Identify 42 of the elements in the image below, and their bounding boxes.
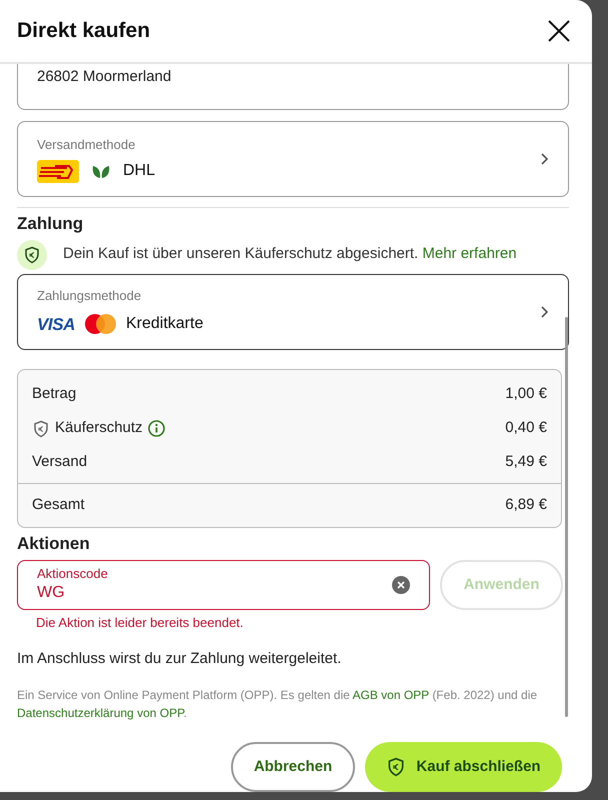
payment-label: Zahlungsmethode: [37, 287, 142, 305]
redirect-note: Im Anschluss wirst du zur Zahlung weitergeleitet.: [17, 648, 342, 668]
card-brand-logo: VISA: [37, 314, 75, 336]
summary-amount: 5,49 €: [505, 452, 547, 472]
shield-euro-icon: [23, 246, 41, 264]
summary-label: Betrag: [32, 384, 76, 404]
cancel-button[interactable]: Abbrechen: [231, 742, 355, 792]
leaf-icon: [91, 163, 111, 180]
payment-heading: Zahlung: [17, 213, 84, 235]
summary-amount: 0,40 €: [505, 418, 547, 438]
dialog-title: Direkt kaufen: [17, 18, 150, 44]
payment-method-selector[interactable]: Zahlungsmethode VISA Kreditkarte: [17, 274, 569, 350]
delivery-logo-icon: [37, 160, 79, 183]
close-icon: [547, 19, 571, 43]
shield-euro-icon: [386, 757, 406, 777]
chevron-right-icon: [540, 152, 549, 166]
clear-icon: [397, 581, 405, 589]
promo-code-field[interactable]: Aktionscode WG: [17, 560, 430, 610]
promo-code-value[interactable]: WG: [37, 582, 237, 604]
summary-label: Versand: [32, 452, 88, 472]
promotions-heading: Aktionen: [17, 532, 91, 554]
two-circles-logo-icon: [84, 314, 116, 334]
address-text: 26802 Moormerland: [37, 68, 172, 86]
info-icon: [148, 420, 165, 437]
terms-link[interactable]: AGB von OPP: [352, 688, 429, 702]
shipping-label: Versandmethode: [37, 136, 136, 154]
clear-button[interactable]: [392, 576, 410, 594]
total-label: Gesamt: [32, 494, 85, 515]
promo-error-message: Die Aktion ist leider bereits beendet.: [36, 614, 244, 632]
protection-notice: Dein Kauf ist über unseren Käuferschutz abgesichert. Mehr erfahren: [63, 244, 517, 264]
total-amount: 6,89 €: [505, 494, 547, 515]
chevron-right-icon: [540, 304, 549, 318]
shipping-method-selector[interactable]: Versandmethode DHL: [17, 121, 569, 197]
shipping-value: DHL: [123, 161, 156, 182]
learn-more-link[interactable]: Mehr erfahren: [422, 245, 517, 262]
complete-purchase-button[interactable]: Kauf abschließen: [365, 742, 562, 792]
summary-label: Käuferschutz: [55, 418, 143, 438]
summary-amount: 1,00 €: [505, 384, 547, 404]
privacy-link[interactable]: Datenschutzerklärung von OPP: [17, 706, 184, 720]
shield-euro-icon: [32, 420, 50, 438]
payment-value: Kreditkarte: [126, 314, 204, 334]
promo-code-label: Aktionscode: [37, 566, 109, 582]
